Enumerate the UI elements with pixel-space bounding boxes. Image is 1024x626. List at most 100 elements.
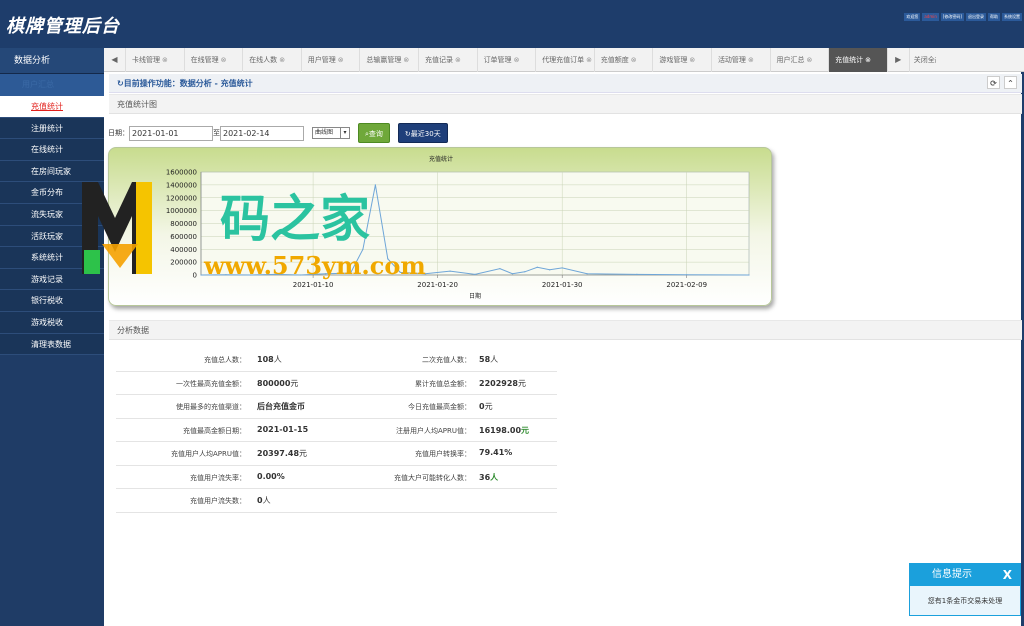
tab-label: 充值统计 — [835, 56, 864, 64]
tab[interactable]: 充值统计 ⊗ — [829, 48, 888, 72]
sidebar-item[interactable]: 流失玩家 — [0, 203, 104, 226]
tab-label: 在线管理 — [190, 56, 219, 64]
sidebar-item[interactable]: 在线统计 — [0, 139, 104, 161]
tab[interactable]: 卡线管理 ⊗ — [126, 48, 185, 72]
stat-value: 58人 — [479, 354, 498, 365]
collapse-icon[interactable]: ⌃ — [1004, 76, 1017, 89]
sidebar-item[interactable]: 银行税收 — [0, 290, 104, 312]
tab[interactable]: 在线人数 ⊗ — [243, 48, 302, 72]
stat-unit: 人 — [273, 355, 282, 364]
tab-label: 用户汇总 — [776, 56, 805, 64]
tab[interactable]: 订单管理 ⊗ — [478, 48, 537, 72]
app-logo-title: 棋牌管理后台 — [6, 16, 120, 37]
stat-value: 0.00% — [257, 472, 285, 481]
tab-close-icon[interactable]: ⊗ — [748, 56, 754, 64]
tab-close-icon[interactable]: ⊗ — [279, 56, 285, 64]
close-icon[interactable]: X — [1003, 564, 1012, 586]
tab[interactable]: 游戏管理 ⊗ — [653, 48, 712, 72]
sidebar-item[interactable]: 系统统计 — [0, 247, 104, 269]
sidebar-item[interactable]: 充值统计 — [0, 96, 110, 118]
data-point — [686, 274, 688, 276]
stat-row: 充值最高金额日期： 2021-01-15 注册用户人均APRU值： 16198.00元 — [116, 419, 557, 442]
tab-scroll-left-icon[interactable]: ◀ — [104, 48, 126, 72]
stat-value: 0人 — [257, 495, 271, 506]
stat-value: 0元 — [479, 401, 493, 412]
tab-bar: ◀ 卡线管理 ⊗ 在线管理 ⊗ 在线人数 ⊗ 用户管理 ⊗ 总输赢管理 ⊗ 充值记录 ⊗ 订单管理 ⊗ 代理… — [104, 48, 1024, 72]
tab[interactable]: 代理充值订单 ⊗ — [536, 48, 595, 72]
top-link-settings[interactable]: 系统设置 — [1002, 13, 1022, 21]
sidebar-item[interactable]: 游戏记录 — [0, 268, 104, 291]
top-link-logout[interactable]: 退出登录 — [966, 13, 986, 21]
data-point — [586, 273, 588, 275]
chart-type-select[interactable]: 曲线图 ▾ — [312, 127, 350, 139]
tab-close-icon[interactable]: ⊗ — [455, 56, 461, 64]
stat-label: 一次性最高充值金额： — [176, 379, 246, 388]
sidebar-item[interactable]: 注册统计 — [0, 117, 104, 140]
tab-close-icon[interactable]: ⊗ — [865, 56, 871, 64]
tab[interactable]: 充值记录 ⊗ — [419, 48, 478, 72]
stat-unit: 人 — [262, 496, 271, 505]
tab[interactable]: 用户管理 ⊗ — [302, 48, 361, 72]
data-point — [349, 272, 352, 274]
tab-close-icon[interactable]: ⊗ — [162, 56, 168, 64]
y-tick-label: 600000 — [170, 233, 197, 241]
tab-close-icon[interactable]: ⊗ — [689, 56, 695, 64]
stat-number: 2202928 — [479, 378, 518, 388]
sidebar-group[interactable]: 用户汇总 — [0, 74, 104, 96]
tab-close-icon[interactable]: ⊗ — [807, 56, 813, 64]
sidebar-item[interactable]: 活跃玩家 — [0, 225, 104, 248]
data-point — [549, 269, 551, 271]
to-label: 至 — [213, 129, 220, 137]
breadcrumb-text: ↻目前操作功能：数据分析 - 充值统计 — [117, 79, 253, 88]
tab-close-icon[interactable]: ⊗ — [338, 56, 344, 64]
y-tick-label: 1600000 — [166, 169, 197, 177]
data-point — [524, 271, 526, 273]
tab-close-icon[interactable]: ⊗ — [514, 56, 520, 64]
data-point — [324, 273, 327, 275]
date-to-input[interactable]: 2021-02-14 — [220, 125, 304, 141]
notification-message[interactable]: 您有1条金币交易未处理 — [910, 586, 1020, 616]
stat-label: 累计充值总金额： — [415, 379, 471, 388]
sidebar-item[interactable]: 清理表数据 — [0, 333, 104, 356]
stat-label: 二次充值人数： — [422, 356, 471, 364]
sidebar-item[interactable]: 金币分布 — [0, 182, 104, 204]
tab-label: 代理充值订单 — [542, 56, 585, 64]
tab-close-icon[interactable]: ⊗ — [403, 56, 409, 64]
close-all-tabs-button[interactable]: 关闭全部 — [910, 48, 936, 72]
recent-30-days-button[interactable]: ↻最近30天 — [397, 123, 448, 143]
tab[interactable]: 活动管理 ⊗ — [712, 48, 771, 72]
stat-row: 充值用户流失数： 0人 — [116, 489, 557, 513]
refresh-icon[interactable]: ⟳ — [987, 76, 1000, 89]
tab[interactable]: 总输赢管理 ⊗ — [360, 48, 419, 72]
x-tick-label: 2021-01-20 — [417, 281, 458, 289]
sidebar-item[interactable]: 游戏税收 — [0, 311, 104, 334]
stat-label: 充值用户流失数： — [190, 497, 246, 505]
x-tick-label: 2021-01-10 — [293, 281, 334, 289]
stat-unit: 元 — [517, 378, 526, 388]
analysis-section-title: 分析数据 — [109, 320, 1022, 340]
analysis-table: 充值总人数： 108人 二次充值人数： 58人 一次性最高充值金额： 800000元 累计充… — [116, 348, 557, 513]
y-tick-label: 800000 — [170, 220, 197, 228]
sidebar-item[interactable]: 在房间玩家 — [0, 160, 104, 183]
tab[interactable]: 充值额度 ⊗ — [595, 48, 654, 72]
top-link-change-password[interactable]: [修改密码] — [940, 13, 964, 21]
stat-label: 充值最高金额日期： — [183, 426, 246, 435]
tab-close-icon[interactable]: ⊗ — [631, 56, 637, 64]
tab-scroll-right-icon[interactable]: ▶ — [888, 48, 910, 72]
stat-number: 58 — [479, 355, 491, 364]
top-link-help[interactable]: 帮助 — [988, 13, 1000, 21]
tab-close-icon[interactable]: ⊗ — [586, 56, 592, 64]
tab-label: 用户管理 — [307, 56, 336, 64]
top-header: 棋牌管理后台 欢迎您 admin [修改密码] 退出登录 帮助 系统设置 — [0, 0, 1024, 48]
data-point — [225, 274, 227, 276]
sidebar-title[interactable]: 数据分析 — [0, 48, 104, 74]
stat-number: 20397.48 — [257, 449, 300, 458]
stat-number: 36 — [479, 472, 491, 482]
tab-close-icon[interactable]: ⊗ — [221, 56, 227, 64]
stat-number: 79.41% — [479, 448, 513, 457]
query-button[interactable]: ⌕查询 — [358, 123, 390, 143]
tab[interactable]: 在线管理 ⊗ — [185, 48, 244, 72]
date-from-input[interactable]: 2021-01-01 — [129, 125, 213, 141]
tab[interactable]: 用户汇总 ⊗ — [771, 48, 830, 72]
chart-title: 充值统计 — [429, 155, 453, 163]
